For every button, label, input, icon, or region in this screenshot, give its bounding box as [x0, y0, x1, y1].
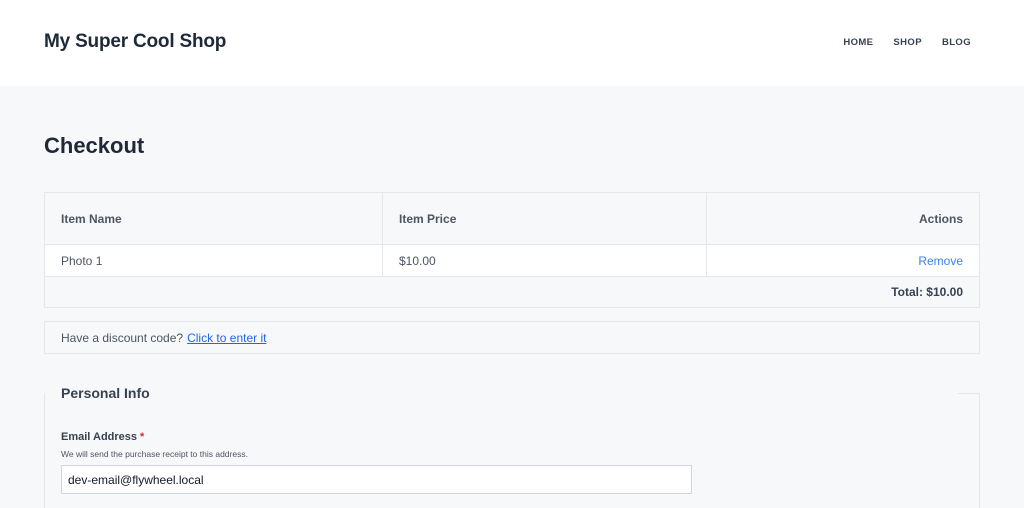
nav-home[interactable]: HOME: [843, 37, 873, 48]
page-title: Checkout: [44, 133, 145, 158]
cart-table: Item Name Item Price Actions Photo 1 $10…: [44, 192, 980, 308]
personal-info-legend: Personal Info: [61, 385, 154, 401]
discount-notice: Have a discount code? Click to enter it: [44, 321, 980, 354]
email-help-text: We will send the purchase receipt to thi…: [61, 449, 248, 459]
cart-header-row: Item Name Item Price Actions: [45, 193, 979, 245]
item-actions: Remove: [707, 245, 979, 276]
item-price: $10.00: [383, 245, 707, 276]
column-header-actions: Actions: [918, 211, 963, 226]
remove-item-button[interactable]: Remove: [918, 254, 963, 268]
required-marker: *: [140, 431, 145, 443]
item-name: Photo 1: [45, 245, 383, 276]
column-header-item-name: Item Name: [45, 193, 383, 244]
email-label: Email Address *: [61, 431, 144, 443]
site-header: My Super Cool Shop HOME SHOP BLOG: [0, 0, 1024, 86]
site-title[interactable]: My Super Cool Shop: [44, 31, 226, 53]
main-nav: HOME SHOP BLOG: [843, 37, 971, 48]
enter-discount-link[interactable]: Click to enter it: [187, 331, 266, 345]
nav-blog[interactable]: BLOG: [942, 37, 971, 48]
table-row: Photo 1 $10.00 Remove: [45, 245, 979, 277]
email-field[interactable]: [61, 465, 692, 494]
email-label-text: Email Address: [61, 431, 138, 443]
nav-shop[interactable]: SHOP: [893, 37, 922, 48]
cart-total-row: Total: $10.00: [45, 277, 979, 307]
fieldset-divider: [958, 393, 980, 394]
discount-prompt: Have a discount code?: [61, 330, 184, 345]
column-header-item-price: Item Price: [383, 193, 707, 244]
cart-total: Total: $10.00: [891, 285, 963, 299]
